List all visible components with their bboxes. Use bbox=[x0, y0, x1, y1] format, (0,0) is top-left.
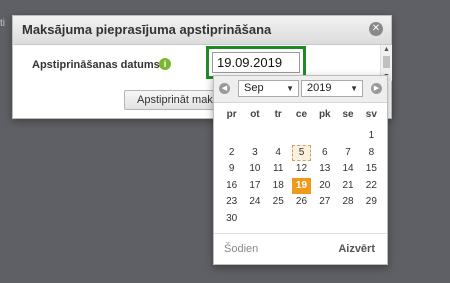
dialog-title: Maksājuma pieprasījuma apstiprināšana bbox=[22, 22, 272, 37]
day-cell[interactable]: 13 bbox=[315, 161, 334, 178]
days-grid: 1 2 3 4 5 6 7 8 9 10 11 12 13 14 15 16 17 18 19 20 21 22 23 24 2… bbox=[220, 128, 383, 227]
prev-month-icon[interactable]: ◀ bbox=[219, 83, 230, 94]
empty-day-cell bbox=[269, 128, 288, 145]
empty-day-cell bbox=[269, 211, 288, 228]
day-cell[interactable]: 16 bbox=[222, 178, 241, 195]
scroll-up-icon[interactable]: ▲ bbox=[381, 45, 392, 54]
empty-day-cell bbox=[338, 211, 357, 228]
day-cell[interactable]: 21 bbox=[338, 178, 357, 195]
day-cell[interactable]: 14 bbox=[338, 161, 357, 178]
today-button[interactable]: Šodien bbox=[224, 243, 258, 255]
empty-day-cell bbox=[222, 128, 241, 145]
day-cell[interactable]: 4 bbox=[269, 145, 288, 162]
day-cell[interactable]: 25 bbox=[269, 194, 288, 211]
day-cell[interactable]: 30 bbox=[222, 211, 241, 228]
empty-day-cell bbox=[315, 128, 334, 145]
confirmation-date-input[interactable] bbox=[212, 52, 300, 73]
day-cell[interactable]: 8 bbox=[362, 145, 381, 162]
close-calendar-button[interactable]: Aizvērt bbox=[338, 243, 375, 255]
day-cell[interactable]: 1 bbox=[362, 128, 381, 145]
day-cell[interactable]: 22 bbox=[362, 178, 381, 195]
empty-day-cell bbox=[245, 211, 264, 228]
day-cell[interactable]: 26 bbox=[292, 194, 311, 211]
day-cell[interactable]: 18 bbox=[269, 178, 288, 195]
weekday-label: pk bbox=[318, 109, 331, 120]
weekday-row: pr ot tr ce pk se sv bbox=[220, 109, 383, 120]
day-cell[interactable]: 9 bbox=[222, 161, 241, 178]
empty-day-cell bbox=[315, 211, 334, 228]
empty-day-cell bbox=[292, 211, 311, 228]
empty-day-cell bbox=[245, 128, 264, 145]
day-cell[interactable]: 19 bbox=[291, 177, 312, 194]
confirmation-date-label: Apstiprināšanas datums bbox=[32, 59, 160, 71]
chevron-down-icon: ▼ bbox=[350, 84, 358, 93]
day-cell[interactable]: 12 bbox=[292, 161, 311, 178]
weekday-label: se bbox=[342, 109, 354, 120]
day-cell[interactable]: 15 bbox=[362, 161, 381, 178]
day-cell[interactable]: 27 bbox=[315, 194, 334, 211]
background-text-fragment: ti bbox=[0, 18, 5, 29]
weekday-label: tr bbox=[274, 109, 282, 120]
empty-day-cell bbox=[362, 211, 381, 228]
day-cell[interactable]: 29 bbox=[362, 194, 381, 211]
day-cell[interactable]: 7 bbox=[338, 145, 357, 162]
day-cell[interactable]: 11 bbox=[269, 161, 288, 178]
day-cell[interactable]: 17 bbox=[245, 178, 264, 195]
month-value: Sep bbox=[244, 82, 264, 94]
day-cell[interactable]: 24 bbox=[245, 194, 264, 211]
year-value: 2019 bbox=[307, 82, 332, 94]
day-cell[interactable]: 3 bbox=[245, 145, 264, 162]
info-icon[interactable]: i bbox=[159, 58, 171, 70]
empty-day-cell bbox=[292, 128, 311, 145]
chevron-down-icon: ▼ bbox=[286, 84, 294, 93]
scroll-thumb[interactable] bbox=[383, 56, 390, 68]
day-cell[interactable]: 6 bbox=[315, 145, 334, 162]
close-icon[interactable]: ✕ bbox=[369, 22, 383, 36]
day-cell[interactable]: 28 bbox=[338, 194, 357, 211]
weekday-label: ce bbox=[295, 109, 308, 120]
weekday-label: ot bbox=[250, 109, 260, 120]
dialog-header: Maksājuma pieprasījuma apstiprināšana ✕ bbox=[13, 16, 391, 45]
weekday-label: pr bbox=[226, 109, 237, 120]
next-month-icon[interactable]: ▶ bbox=[371, 83, 382, 94]
day-cell[interactable]: 2 bbox=[222, 145, 241, 162]
date-picker-footer: Šodien Aizvērt bbox=[214, 233, 387, 264]
weekday-label: sv bbox=[365, 109, 377, 120]
day-cell[interactable]: 10 bbox=[245, 161, 264, 178]
date-picker: ◀ Sep ▼ 2019 ▼ ▶ pr ot tr ce pk se sv 12345678… bbox=[213, 75, 388, 265]
day-cell[interactable]: 20 bbox=[315, 178, 334, 195]
empty-day-cell bbox=[338, 128, 357, 145]
month-select[interactable]: Sep ▼ bbox=[238, 80, 299, 97]
date-picker-header: ◀ Sep ▼ 2019 ▼ ▶ bbox=[214, 76, 387, 103]
year-select[interactable]: 2019 ▼ bbox=[301, 80, 363, 97]
day-cell[interactable]: 23 bbox=[222, 194, 241, 211]
day-cell[interactable]: 5 bbox=[291, 144, 312, 161]
